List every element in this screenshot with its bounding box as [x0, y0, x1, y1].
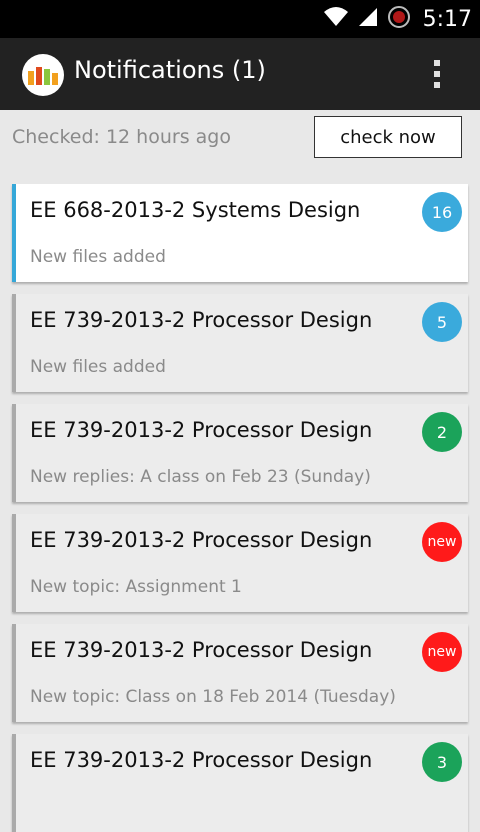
count-badge: 2 [422, 412, 462, 452]
last-checked-text: Checked: 12 hours ago [12, 126, 231, 148]
notification-card[interactable]: EE 739-2013-2 Processor Design New files… [12, 294, 468, 392]
count-badge: 3 [422, 742, 462, 782]
course-title: EE 739-2013-2 Processor Design [30, 638, 373, 662]
notification-circle-icon [387, 5, 411, 33]
new-badge: new [422, 632, 462, 672]
notification-card[interactable]: EE 668-2013-2 Systems Design New files a… [12, 184, 468, 282]
course-title: EE 668-2013-2 Systems Design [30, 198, 361, 222]
page-title: Notifications (1) [74, 56, 266, 84]
notification-summary: New topic: Assignment 1 [30, 577, 242, 597]
status-icons: 5:17 [323, 0, 472, 38]
notification-card[interactable]: EE 739-2013-2 Processor Design New topic… [12, 624, 468, 722]
notification-card[interactable]: EE 739-2013-2 Processor Design 3 [12, 734, 468, 832]
notification-card[interactable]: EE 739-2013-2 Processor Design New repli… [12, 404, 468, 502]
notification-summary: New files added [30, 357, 166, 377]
app-logo-icon[interactable] [22, 54, 64, 96]
check-now-button[interactable]: check now [314, 116, 462, 158]
wifi-icon [323, 6, 349, 32]
course-title: EE 739-2013-2 Processor Design [30, 528, 373, 552]
menu-dot [434, 60, 440, 66]
menu-dot [434, 71, 440, 77]
status-time: 5:17 [422, 6, 472, 32]
status-bar: 5:17 [0, 0, 480, 38]
new-badge: new [422, 522, 462, 562]
notification-card[interactable]: EE 739-2013-2 Processor Design New topic… [12, 514, 468, 612]
count-badge: 16 [422, 192, 462, 232]
count-badge: 5 [422, 302, 462, 342]
course-title: EE 739-2013-2 Processor Design [30, 748, 373, 772]
signal-icon [357, 6, 379, 32]
overflow-menu-icon[interactable] [424, 56, 450, 92]
course-title: EE 739-2013-2 Processor Design [30, 308, 373, 332]
course-title: EE 739-2013-2 Processor Design [30, 418, 373, 442]
notification-summary: New files added [30, 247, 166, 267]
notification-summary: New topic: Class on 18 Feb 2014 (Tuesday… [30, 687, 396, 707]
menu-dot [434, 82, 440, 88]
notification-summary: New replies: A class on Feb 23 (Sunday) [30, 467, 371, 487]
